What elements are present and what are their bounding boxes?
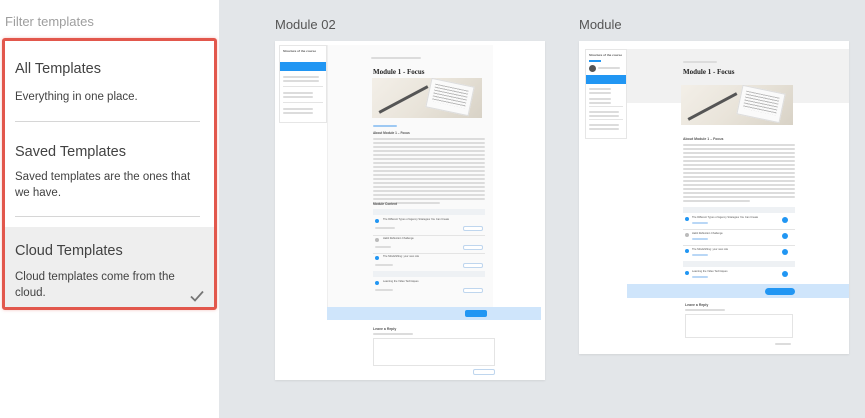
- filter-item-all-templates[interactable]: All Templates Everything in one place.: [5, 41, 214, 121]
- template-gallery: Module 02 Structure of the course Module…: [219, 0, 865, 418]
- preview-heading: Module 1 - Focus: [683, 68, 735, 76]
- preview-paragraph: [683, 144, 795, 204]
- lesson-status-icon[interactable]: [782, 217, 788, 223]
- lesson-label: Habit Reflection Challenge: [383, 237, 414, 240]
- lesson-label: The Mindshifting: your new role: [692, 248, 729, 251]
- lesson-list: [283, 92, 313, 100]
- lesson-label: The Different Types of Agency Strategies…: [383, 218, 450, 221]
- lesson-status-icon[interactable]: [782, 249, 788, 255]
- preview-photo: [681, 85, 793, 125]
- preview-about: About Module 1 – Focus: [373, 131, 410, 135]
- filter-item-title: All Templates: [15, 61, 101, 77]
- mark-complete-button[interactable]: [765, 288, 795, 295]
- reply-textarea[interactable]: [685, 314, 793, 338]
- breadcrumb: [371, 57, 421, 61]
- avatar: [589, 65, 596, 72]
- preview-paragraph: [373, 138, 485, 206]
- preview-heading: Module 1 - Focus: [373, 68, 425, 76]
- reply-title: Leave a Reply: [373, 327, 397, 331]
- template-title: Module: [579, 17, 622, 32]
- course-structure-panel: Structure of the course: [585, 49, 627, 139]
- divider: [15, 216, 200, 217]
- breadcrumb: [683, 61, 717, 65]
- lesson-label: Learning the Video Techniques: [692, 270, 728, 273]
- filter-item-title: Cloud Templates: [15, 243, 123, 259]
- lesson-label: Learning the Video Techniques: [383, 280, 419, 283]
- post-comment-button[interactable]: [473, 369, 495, 375]
- active-lesson: [280, 62, 326, 71]
- lesson-label: The Different Types of Agency Strategies…: [692, 216, 759, 219]
- preview-about: About Module 1 – Focus: [683, 137, 724, 141]
- filter-item-cloud-templates[interactable]: Cloud Templates Cloud templates come fro…: [5, 227, 214, 307]
- template-filter-sidebar: Filter templates All Templates Everythin…: [0, 0, 219, 418]
- template-title: Module 02: [275, 17, 336, 32]
- lesson-status-icon[interactable]: [782, 271, 788, 277]
- filter-item-saved-templates[interactable]: Saved Templates Saved templates are the …: [5, 122, 214, 216]
- lesson-list: [283, 108, 313, 116]
- check-icon: [190, 290, 204, 302]
- filter-item-title: Saved Templates: [15, 144, 126, 160]
- reply-textarea[interactable]: [373, 338, 495, 366]
- template-card-module-02[interactable]: Structure of the course Module 1 - Focus…: [275, 41, 545, 380]
- lesson-label: The Mindshifting: your new role: [383, 255, 420, 258]
- mark-complete-band: [627, 284, 849, 298]
- filter-item-description: Saved templates are the ones that we hav…: [15, 171, 191, 199]
- mark-complete-band: [327, 307, 541, 320]
- course-structure-panel: Structure of the course: [279, 45, 327, 123]
- template-card-module[interactable]: Structure of the course Module 1 - Focus…: [579, 41, 849, 354]
- filter-header: Filter templates: [5, 14, 94, 29]
- filter-item-description: Everything in one place.: [15, 91, 138, 103]
- mark-complete-button[interactable]: [465, 310, 487, 317]
- post-comment-button[interactable]: [775, 343, 791, 347]
- filter-list: All Templates Everything in one place. S…: [2, 38, 217, 310]
- course-structure-title: Structure of the course: [283, 49, 317, 53]
- lesson-button[interactable]: [463, 288, 483, 293]
- active-lesson: [586, 75, 626, 84]
- lesson-label: Habit Reflection Challenge: [692, 232, 723, 235]
- preview-photo: [372, 78, 482, 118]
- module-content-title: Module Content: [373, 202, 398, 206]
- lesson-button[interactable]: [463, 263, 483, 268]
- filter-item-description: Cloud templates come from the cloud.: [15, 271, 175, 299]
- reply-title: Leave a Reply: [685, 303, 709, 307]
- lesson-button[interactable]: [463, 226, 483, 231]
- lesson-list: [283, 76, 319, 84]
- lesson-status-icon[interactable]: [782, 233, 788, 239]
- course-structure-title: Structure of the course: [589, 53, 623, 57]
- lesson-button[interactable]: [463, 245, 483, 250]
